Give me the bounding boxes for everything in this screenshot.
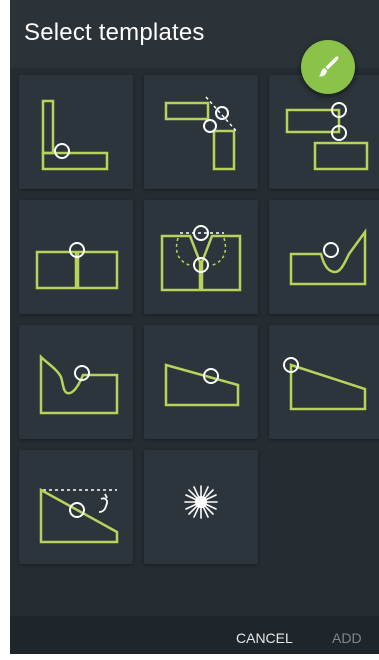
slope-edge-icon <box>283 357 367 411</box>
template-tile-wedge-fillet[interactable] <box>19 450 133 564</box>
cancel-button[interactable]: CANCEL <box>236 616 293 654</box>
template-tile-butt-joint[interactable] <box>19 200 133 314</box>
spark-icon <box>184 485 218 519</box>
paint-brush-icon <box>319 56 339 77</box>
paint-brush-button[interactable] <box>301 40 355 94</box>
template-tile-offset-corner[interactable] <box>144 75 258 189</box>
template-tile-u-groove[interactable] <box>19 325 133 439</box>
dialog-title: Select templates <box>24 19 205 46</box>
dialog-footer: CANCEL ADD <box>10 616 379 654</box>
corner-joint-icon <box>41 99 109 171</box>
template-grid <box>10 68 379 616</box>
bevel-edge-icon <box>164 363 240 407</box>
template-tile-spark[interactable] <box>144 450 258 564</box>
template-tile-slope-edge[interactable] <box>269 325 379 439</box>
u-groove-icon <box>39 353 119 415</box>
wedge-fillet-icon <box>39 487 119 544</box>
template-tile-bevel-edge[interactable] <box>144 325 258 439</box>
offset-corner-joint-icon <box>164 96 239 171</box>
butt-joint-icon <box>35 242 119 290</box>
v-groove-joint-icon <box>160 225 242 292</box>
add-button[interactable]: ADD <box>332 616 362 654</box>
template-tile-v-groove[interactable] <box>144 200 258 314</box>
select-templates-dialog: Select templates CANCEL ADD <box>10 0 379 654</box>
j-groove-icon <box>289 228 367 286</box>
template-tile-j-groove[interactable] <box>269 200 379 314</box>
template-tile-corner-joint[interactable] <box>19 75 133 189</box>
